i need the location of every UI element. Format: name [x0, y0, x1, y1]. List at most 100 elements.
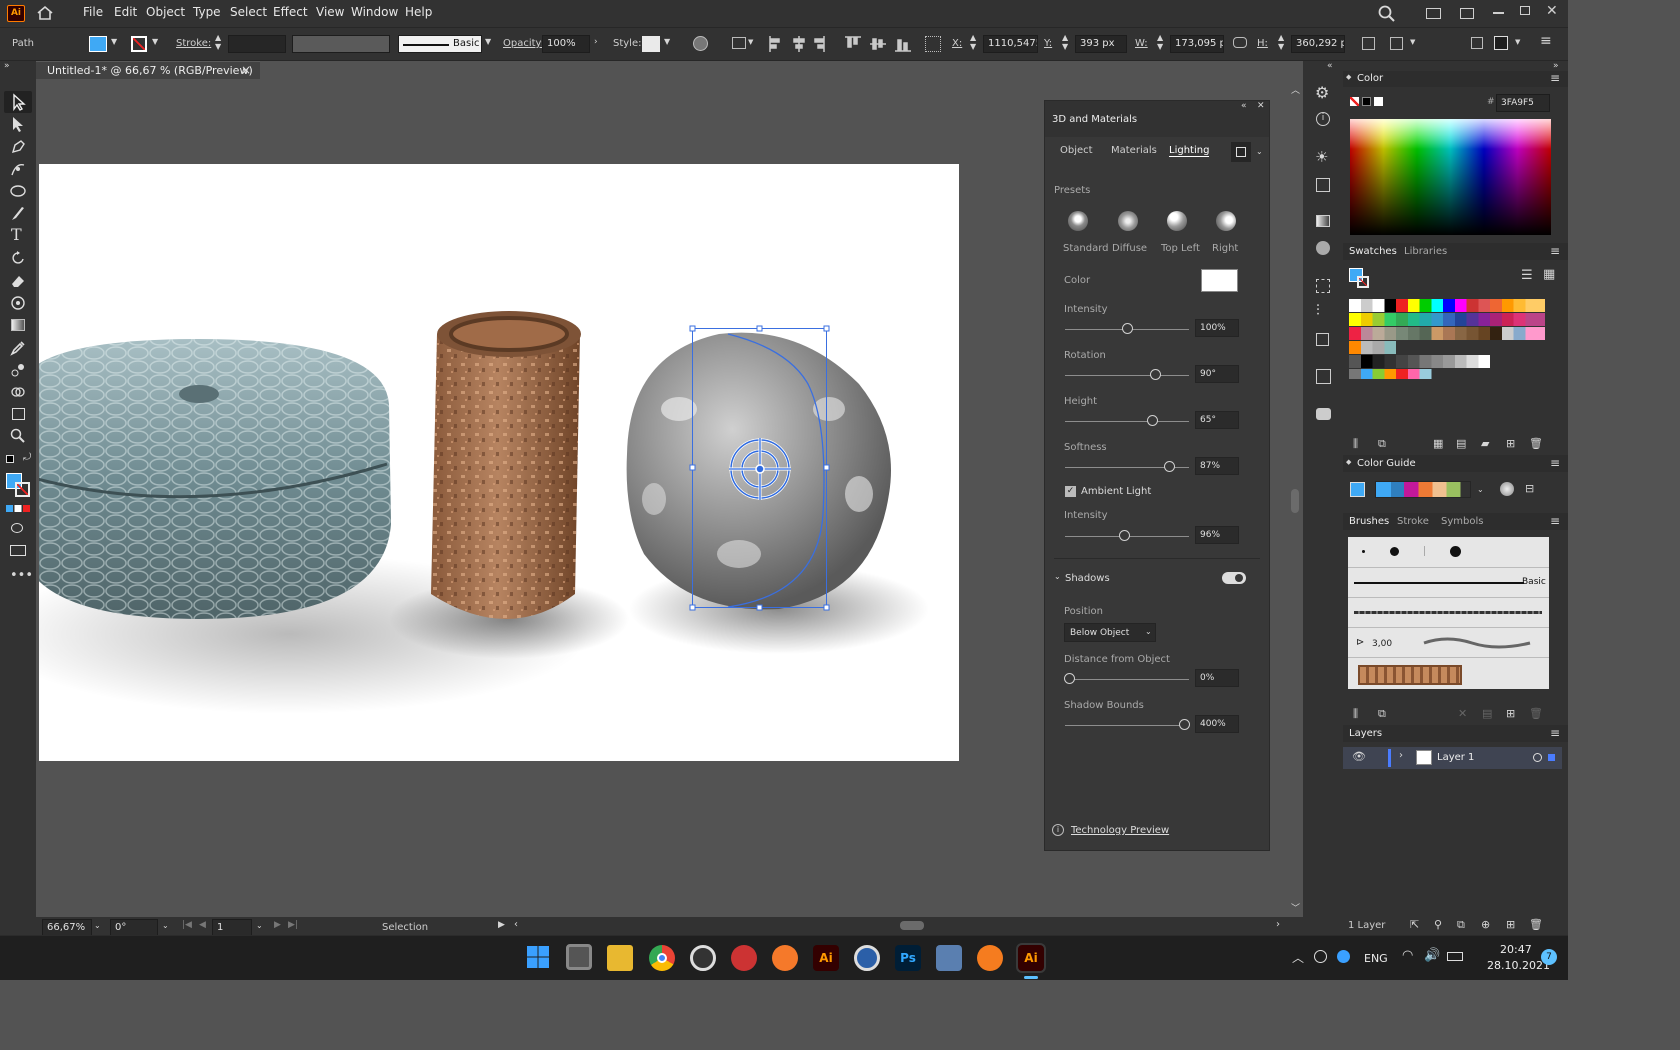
recolor-artwork-icon[interactable]: [693, 36, 708, 51]
brush-dot-large[interactable]: [1450, 546, 1461, 557]
tab-libraries[interactable]: Libraries: [1404, 246, 1447, 257]
distance-value-field[interactable]: 0%: [1195, 669, 1239, 687]
artboards-icon[interactable]: [1316, 279, 1330, 293]
delete-layer-icon[interactable]: 🗑: [1529, 918, 1543, 931]
swatch-grid[interactable]: [1349, 299, 1545, 379]
arrange-icon[interactable]: [1471, 37, 1483, 49]
locate-object-icon[interactable]: ⚲: [1434, 918, 1442, 931]
comments-icon[interactable]: [1316, 408, 1331, 420]
collapse-panel-icon[interactable]: »: [4, 61, 10, 71]
tab-swatches[interactable]: Swatches: [1349, 246, 1397, 257]
chevron-down-icon[interactable]: ⌄: [1256, 147, 1263, 156]
swatch-libraries-icon[interactable]: ⫼: [1353, 437, 1358, 451]
height-slider-knob[interactable]: [1147, 415, 1158, 426]
collapse-panel-icon[interactable]: »: [1553, 61, 1559, 71]
brush-definition-field[interactable]: Basic: [398, 35, 482, 53]
ambient-light-checkbox[interactable]: ✓: [1065, 486, 1076, 497]
chevron-down-icon[interactable]: ⌄: [162, 921, 169, 930]
cinema4d-app-icon[interactable]: [854, 945, 880, 971]
type-tool-icon[interactable]: T: [11, 225, 22, 244]
media-player-app-icon[interactable]: [690, 945, 716, 971]
tab-stroke[interactable]: Stroke: [1397, 516, 1429, 527]
search-icon[interactable]: [1378, 5, 1396, 23]
wifi-icon[interactable]: ◠: [1402, 948, 1413, 963]
chevron-right-icon[interactable]: ▶: [498, 920, 505, 930]
shadow-bounds-slider-track[interactable]: [1065, 725, 1189, 726]
x-position-field[interactable]: 1110,5475 p: [983, 35, 1038, 53]
maximize-button[interactable]: [1520, 6, 1530, 15]
chevron-down-icon[interactable]: ⌄: [94, 921, 101, 930]
brush-dot-thin[interactable]: [1424, 546, 1425, 556]
y-stepper-icon[interactable]: ▲ ▼: [1062, 33, 1068, 51]
blender-app-icon[interactable]: [772, 945, 798, 971]
stroke-color-swatch[interactable]: [131, 36, 147, 52]
constrain-proportions-icon[interactable]: [1233, 37, 1247, 48]
selection-tool-icon[interactable]: [4, 91, 32, 113]
opacity-field[interactable]: 100%: [542, 35, 590, 53]
y-position-field[interactable]: 393 px: [1075, 35, 1127, 53]
illustrator-taskbar-icon[interactable]: Ai: [813, 945, 839, 971]
stroke-weight-field[interactable]: [228, 35, 286, 53]
expand-layer-icon[interactable]: ›: [1399, 750, 1403, 761]
panel-menu-icon[interactable]: ≡: [1550, 514, 1560, 528]
render-settings-icon[interactable]: [1231, 142, 1251, 162]
rotation-slider-track[interactable]: [1065, 375, 1189, 376]
ambient-intensity-value-field[interactable]: 96%: [1195, 526, 1239, 544]
scroll-up-icon[interactable]: ︿: [1291, 83, 1300, 96]
libraries-panel-icon[interactable]: ⧉: [1378, 707, 1386, 721]
minimize-button[interactable]: [1493, 12, 1504, 14]
properties-panel-icon[interactable]: [1494, 36, 1508, 50]
none-swatch[interactable]: [1350, 97, 1359, 106]
swatch-options-icon[interactable]: ▦: [1433, 437, 1443, 450]
eyedropper-tool-icon[interactable]: [10, 340, 26, 356]
distance-slider-knob[interactable]: [1064, 673, 1075, 684]
scroll-right-icon[interactable]: ›: [1276, 919, 1280, 930]
distance-slider-track[interactable]: [1065, 679, 1189, 680]
vector-app-icon[interactable]: [731, 945, 757, 971]
chevron-down-icon[interactable]: ▼: [485, 37, 491, 46]
pattern-brush-stroke[interactable]: [1358, 665, 1462, 685]
layers-panel-title[interactable]: Layers: [1349, 728, 1382, 739]
illustrator-active-taskbar-icon[interactable]: Ai: [1016, 943, 1046, 973]
screen-mode-icon[interactable]: [10, 545, 26, 556]
tray-app2-icon[interactable]: [1337, 950, 1350, 963]
info-panel-icon[interactable]: i: [1316, 112, 1330, 126]
zoom-tool-icon[interactable]: [10, 428, 26, 444]
delete-swatch-icon[interactable]: 🗑: [1529, 437, 1543, 450]
shadows-toggle[interactable]: [1222, 572, 1246, 584]
pathfinder-icon[interactable]: [1316, 333, 1329, 346]
transparency-icon[interactable]: [1316, 241, 1330, 255]
chevron-icon[interactable]: ◆: [1346, 73, 1351, 81]
height-value-field[interactable]: 65°: [1195, 411, 1239, 429]
hex-value-field[interactable]: 3FA9F5: [1496, 94, 1550, 112]
h-stepper-icon[interactable]: ▲ ▼: [1278, 33, 1284, 51]
chevron-down-icon[interactable]: ⌄: [256, 921, 263, 930]
selection-indicator[interactable]: [1548, 754, 1555, 761]
height-slider-track[interactable]: [1065, 421, 1189, 422]
graphic-style-swatch[interactable]: [642, 36, 660, 52]
tab-symbols[interactable]: Symbols: [1441, 516, 1483, 527]
chevron-down-icon[interactable]: ▼: [111, 37, 117, 46]
light-source-widget-icon[interactable]: [727, 436, 793, 502]
collapse-panel-icon[interactable]: «: [1327, 61, 1333, 71]
volume-icon[interactable]: 🔊: [1424, 948, 1440, 963]
shadow-bounds-slider-knob[interactable]: [1179, 719, 1190, 730]
calligraphic-brush-stroke[interactable]: [1422, 633, 1532, 653]
delete-brush-icon[interactable]: 🗑: [1529, 707, 1543, 720]
charcoal-brush-stroke[interactable]: [1354, 611, 1542, 614]
ellipse-tool-icon[interactable]: [9, 184, 27, 198]
swap-fill-stroke-icon[interactable]: ⤾: [23, 452, 31, 463]
calculator-app-icon[interactable]: [566, 944, 592, 970]
base-color-swatch[interactable]: [1350, 482, 1365, 497]
softness-value-field[interactable]: 87%: [1195, 457, 1239, 475]
rotation-value-field[interactable]: 90°: [1195, 365, 1239, 383]
chevron-icon[interactable]: ◆: [1346, 458, 1351, 466]
preset-topleft-icon[interactable]: [1167, 211, 1187, 231]
color-panel-title[interactable]: Color: [1357, 73, 1383, 84]
grid-view-icon[interactable]: ▦: [1543, 267, 1555, 282]
clock-time[interactable]: 20:47: [1500, 943, 1532, 956]
close-tab-button[interactable]: ×: [241, 63, 251, 77]
width-field[interactable]: 173,095 px: [1170, 35, 1224, 53]
direct-selection-tool-icon[interactable]: [10, 115, 26, 133]
workspace-switcher-icon[interactable]: [1426, 8, 1441, 19]
